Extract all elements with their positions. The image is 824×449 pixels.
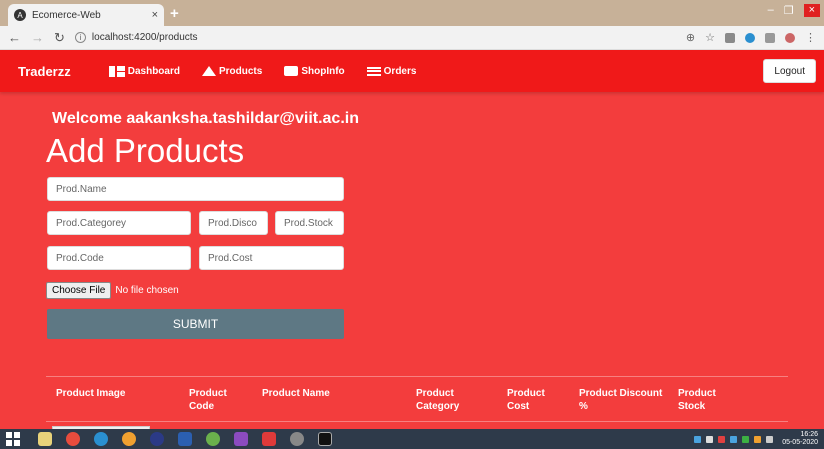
- cloud-extension-icon[interactable]: [745, 32, 755, 43]
- system-tray: 16:26 05-05-2020: [694, 431, 818, 447]
- url-text: localhost:4200/products: [91, 32, 198, 43]
- product-code-input[interactable]: Prod.Code: [47, 246, 191, 270]
- os-taskbar: 16:26 05-05-2020: [0, 429, 824, 449]
- minimize-button[interactable]: –: [768, 4, 774, 17]
- photos-icon[interactable]: [122, 432, 136, 446]
- product-category-input[interactable]: Prod.Categorey: [47, 211, 191, 235]
- col-product-cost: Product Cost: [507, 388, 545, 412]
- product-discount-input[interactable]: Prod.Disco: [199, 211, 268, 235]
- chrome-icon[interactable]: [66, 432, 80, 446]
- tray-chat-icon[interactable]: [742, 435, 750, 443]
- back-arrow-icon[interactable]: ←: [8, 30, 21, 45]
- eclipse-icon[interactable]: [150, 432, 164, 446]
- url-field[interactable]: i localhost:4200/products: [74, 32, 686, 43]
- tray-antivirus-icon[interactable]: [718, 435, 726, 443]
- tray-usb-icon[interactable]: [706, 435, 714, 443]
- address-bar: ← → ↻ i localhost:4200/products ⊕ ☆ ⋮: [0, 26, 824, 50]
- menu-dots-icon[interactable]: ⋮: [805, 31, 816, 44]
- browser-titlebar: A Ecomerce-Web × + – ❐ ×: [0, 0, 824, 26]
- logout-button[interactable]: Logout: [763, 59, 816, 83]
- extension-icon[interactable]: [725, 32, 735, 43]
- clock-time: 16:26: [800, 431, 818, 438]
- top-navbar: Traderzz Dashboard Products ShopInfo Ord…: [0, 50, 824, 92]
- file-status: No file chosen: [115, 285, 179, 296]
- nav-products[interactable]: Products: [201, 65, 263, 77]
- table-top-divider: [46, 376, 788, 377]
- tray-app-icon[interactable]: [694, 435, 702, 443]
- product-name-input[interactable]: Prod.Name: [47, 177, 344, 201]
- star-icon[interactable]: ☆: [705, 31, 715, 44]
- col-product-discount: Product Discount%: [579, 388, 663, 412]
- network-app-icon[interactable]: [290, 432, 304, 446]
- page-title: Add Products: [46, 132, 245, 169]
- tray-network-icon[interactable]: [730, 435, 738, 443]
- cloud-app-icon[interactable]: [94, 432, 108, 446]
- nav-shopinfo[interactable]: ShopInfo: [284, 65, 345, 77]
- nav-orders-label: Orders: [383, 65, 417, 77]
- tray-notes-icon[interactable]: [754, 435, 762, 443]
- file-upload: Choose File No file chosen: [46, 282, 179, 299]
- zoom-icon[interactable]: ⊕: [686, 31, 695, 44]
- visual-studio-icon[interactable]: [234, 432, 248, 446]
- windows-start-icon[interactable]: [6, 432, 20, 446]
- git-icon[interactable]: [262, 432, 276, 446]
- tab-title: Ecomerce-Web: [32, 9, 101, 21]
- dashboard-icon: [108, 65, 125, 77]
- tab-close-icon[interactable]: ×: [152, 9, 158, 21]
- nav-dashboard-label: Dashboard: [127, 65, 180, 77]
- col-product-image: Product Image: [56, 388, 126, 399]
- profile-avatar-icon[interactable]: [785, 32, 795, 43]
- new-tab-button[interactable]: +: [170, 5, 179, 22]
- table-header-divider: [46, 421, 788, 422]
- choose-file-button[interactable]: Choose File: [46, 282, 112, 299]
- product-stock-input[interactable]: Prod.Stock: [275, 211, 344, 235]
- angular-favicon-icon: A: [14, 9, 26, 21]
- hamburger-icon: [366, 66, 381, 76]
- shop-icon: [284, 66, 299, 76]
- extension-icons: ⊕ ☆ ⋮: [686, 31, 816, 44]
- window-close-button[interactable]: ×: [803, 4, 820, 17]
- window-controls: – ❐ ×: [768, 4, 820, 17]
- terminal-icon[interactable]: [318, 432, 332, 446]
- shapes-icon: [201, 66, 216, 76]
- cast-icon[interactable]: [765, 32, 775, 43]
- browser-tab[interactable]: A Ecomerce-Web ×: [8, 4, 164, 26]
- word-icon[interactable]: [178, 432, 192, 446]
- android-icon[interactable]: [206, 432, 220, 446]
- app-page: Traderzz Dashboard Products ShopInfo Ord…: [0, 50, 824, 429]
- clock-date: 05-05-2020: [782, 439, 818, 446]
- nav-products-label: Products: [218, 65, 263, 77]
- brand-logo[interactable]: Traderzz: [18, 64, 71, 79]
- col-product-code: Product Code: [189, 388, 227, 412]
- tray-signal-icon[interactable]: [766, 435, 774, 443]
- forward-arrow-icon[interactable]: →: [31, 30, 44, 45]
- submit-button[interactable]: SUBMIT: [47, 309, 344, 339]
- reload-icon[interactable]: ↻: [54, 30, 65, 46]
- system-clock[interactable]: 16:26 05-05-2020: [782, 431, 818, 447]
- nav-orders[interactable]: Orders: [366, 65, 417, 77]
- info-icon[interactable]: i: [74, 32, 86, 43]
- col-product-stock: Product Stock: [678, 388, 716, 412]
- nav-shopinfo-label: ShopInfo: [301, 65, 345, 77]
- maximize-button[interactable]: ❐: [784, 4, 794, 17]
- col-product-name: Product Name: [262, 388, 330, 399]
- col-product-category: Product Category: [416, 388, 460, 412]
- welcome-message: Welcome aakanksha.tashildar@viit.ac.in: [52, 110, 359, 127]
- product-cost-input[interactable]: Prod.Cost: [199, 246, 344, 270]
- file-explorer-icon[interactable]: [38, 432, 52, 446]
- nav-dashboard[interactable]: Dashboard: [108, 65, 180, 77]
